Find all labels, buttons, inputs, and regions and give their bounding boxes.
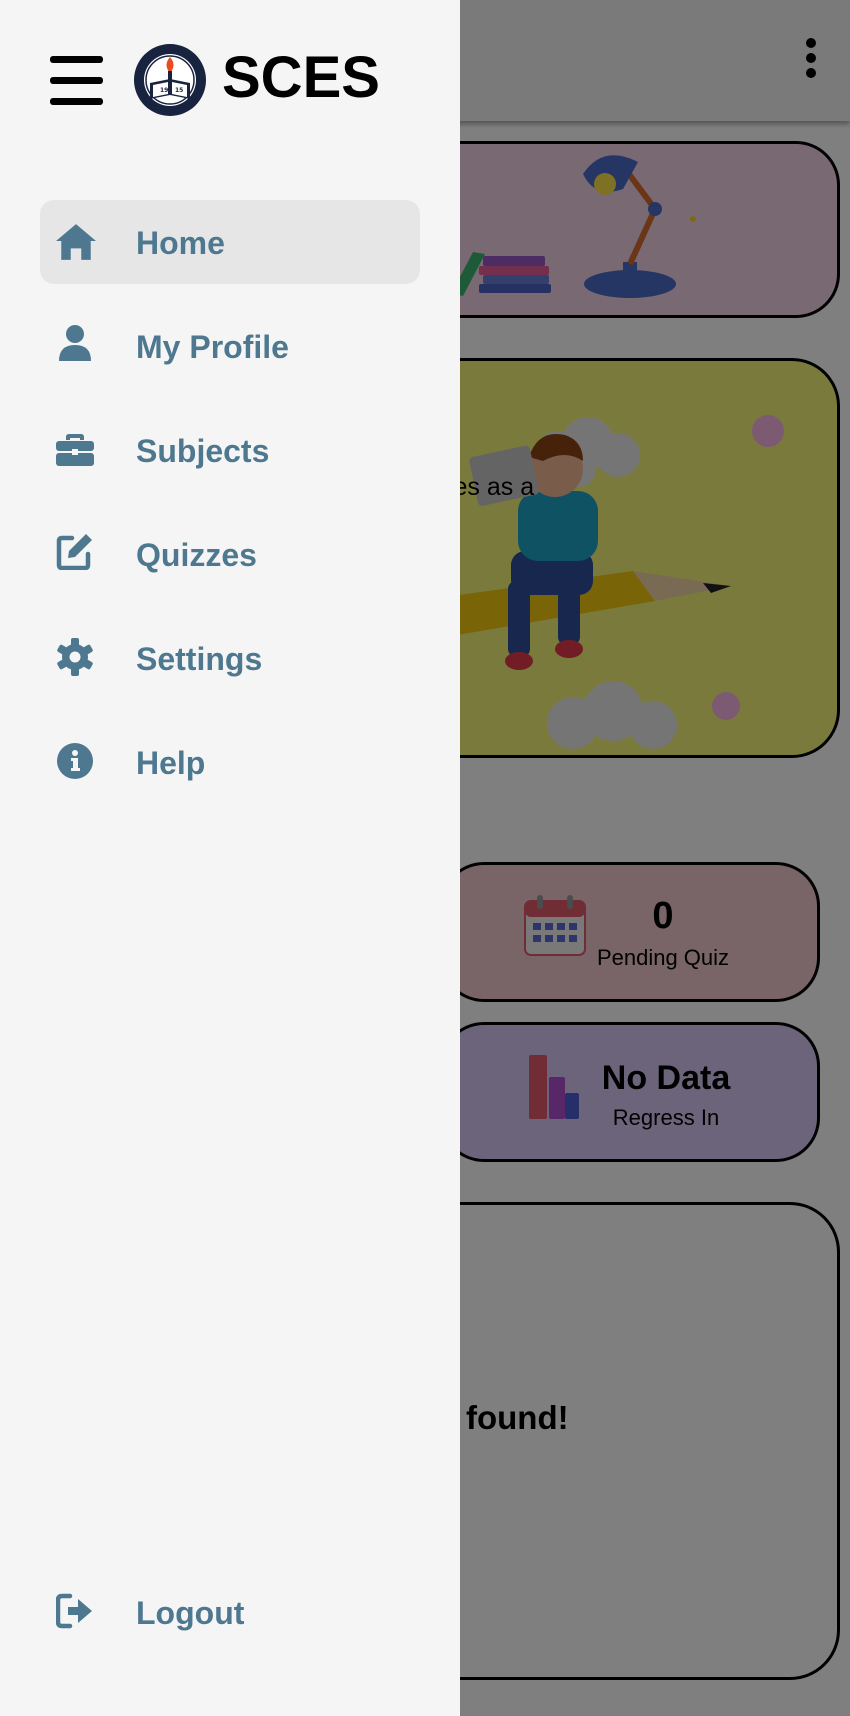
school-logo: 19 15 <box>134 44 206 116</box>
nav-item-home[interactable]: Home <box>40 200 420 284</box>
svg-text:19: 19 <box>160 87 168 94</box>
user-icon <box>59 325 91 361</box>
hamburger-icon[interactable] <box>50 56 103 105</box>
home-icon <box>56 224 96 260</box>
nav-label-subjects: Subjects <box>136 433 270 469</box>
nav-item-help[interactable]: Help <box>40 720 420 804</box>
info-icon <box>57 743 93 779</box>
nav-item-quizzes[interactable]: Quizzes <box>40 512 420 596</box>
nav-label-help: Help <box>136 745 206 781</box>
edit-icon <box>56 534 92 570</box>
briefcase-icon <box>56 434 94 466</box>
nav-label-my-profile: My Profile <box>136 329 289 365</box>
nav-item-subjects[interactable]: Subjects <box>40 408 420 492</box>
nav-item-logout[interactable]: Logout <box>40 1570 420 1654</box>
gear-icon <box>57 638 93 676</box>
nav-label-settings: Settings <box>136 641 263 677</box>
nav-item-my-profile[interactable]: My Profile <box>40 304 420 388</box>
app-title: SCES <box>222 45 380 110</box>
nav-label-logout: Logout <box>136 1595 245 1631</box>
nav-label-home: Home <box>136 225 225 261</box>
navigation-drawer: 19 15 SCES Home My Profile Subjects Quiz… <box>0 0 460 1716</box>
logout-icon <box>56 1593 92 1629</box>
nav-item-settings[interactable]: Settings <box>40 616 420 700</box>
svg-text:15: 15 <box>175 87 183 94</box>
nav-label-quizzes: Quizzes <box>136 537 257 573</box>
